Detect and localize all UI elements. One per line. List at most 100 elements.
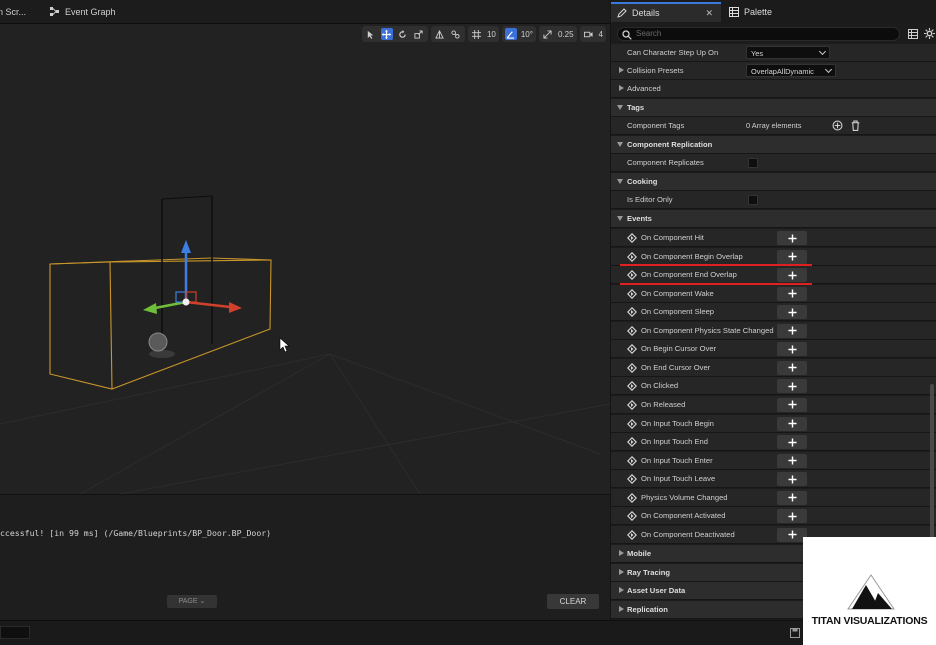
expand-arrow-icon[interactable]	[619, 568, 624, 575]
collapse-arrow-icon[interactable]	[617, 179, 623, 184]
add-event-button[interactable]	[777, 268, 807, 283]
rotation-snap-group[interactable]: 10°	[501, 26, 536, 42]
scale-snap-value[interactable]: 0.25	[558, 30, 574, 39]
plus-icon	[787, 475, 797, 484]
tab-label: n Scr...	[0, 7, 27, 17]
add-event-button[interactable]	[777, 305, 807, 320]
translate-mode-icon[interactable]	[380, 28, 393, 40]
save-icon[interactable]	[790, 628, 800, 638]
search-input[interactable]: Search	[617, 27, 900, 41]
category-component-replication[interactable]: Component Replication	[611, 136, 936, 154]
add-event-button[interactable]	[777, 360, 807, 375]
tab-event-graph[interactable]: Event Graph	[50, 0, 116, 24]
event-label: On End Cursor Over	[641, 362, 711, 372]
expand-arrow-icon[interactable]	[619, 606, 624, 613]
event-diamond-icon	[627, 492, 637, 503]
camera-speed-icon[interactable]	[583, 28, 595, 40]
rotation-snap-value[interactable]: 10°	[521, 30, 533, 39]
scale-mode-icon[interactable]	[413, 28, 425, 40]
surface-snap-icon[interactable]	[450, 28, 462, 40]
collision-presets-combo[interactable]: OverlapAllDynamic	[746, 64, 836, 77]
plus-icon	[787, 289, 797, 298]
add-event-button[interactable]	[777, 379, 807, 394]
grid-snap-icon[interactable]	[471, 28, 483, 40]
add-event-button[interactable]	[777, 231, 807, 245]
add-element-icon[interactable]	[832, 120, 843, 131]
collapse-arrow-icon[interactable]	[617, 105, 623, 110]
event-label: On Input Touch Enter	[641, 455, 713, 465]
prop-label: Is Editor Only	[627, 195, 673, 204]
event-diamond-icon	[627, 307, 637, 318]
add-event-button[interactable]	[777, 416, 807, 431]
tab-label: Details	[632, 8, 660, 18]
category-label: Mobile	[627, 549, 652, 558]
table-view-icon[interactable]	[908, 29, 918, 39]
close-icon[interactable]: ✕	[705, 8, 713, 19]
transform-gizmo[interactable]	[143, 240, 242, 314]
tab-palette[interactable]: Palette	[723, 2, 778, 22]
add-event-button[interactable]	[777, 472, 807, 487]
event-label: On Component Deactivated	[641, 529, 735, 539]
camera-speed-group[interactable]: 4	[579, 26, 606, 42]
viewport-toolbar: 10 10° 0.25 4	[361, 26, 606, 42]
scale-snap-group[interactable]: 0.25	[538, 26, 577, 42]
page-label: PAGE	[178, 598, 198, 605]
add-event-button[interactable]	[777, 323, 807, 338]
prop-label: Collision Presets	[627, 66, 684, 75]
step-up-combo[interactable]: Yes	[746, 46, 830, 59]
event-row: On Component Begin Overlap	[611, 247, 936, 266]
event-label: On Input Touch Leave	[641, 474, 716, 484]
collapse-arrow-icon[interactable]	[617, 142, 623, 147]
add-event-button[interactable]	[777, 509, 807, 524]
chevron-down-icon: ⌄	[199, 598, 206, 605]
category-cooking[interactable]: Cooking	[611, 173, 936, 191]
select-mode-icon[interactable]	[365, 28, 377, 40]
replicates-checkbox[interactable]	[748, 158, 758, 168]
camera-speed-value[interactable]: 4	[599, 30, 603, 39]
event-row: On Component Sleep	[611, 303, 936, 322]
prop-is-editor-only: Is Editor Only	[611, 191, 936, 209]
category-tags[interactable]: Tags	[611, 99, 936, 117]
editor-only-checkbox[interactable]	[748, 195, 758, 205]
add-event-button[interactable]	[777, 435, 807, 450]
console-input[interactable]	[0, 626, 30, 639]
grid-snap-value[interactable]: 10	[487, 30, 496, 39]
event-row: Physics Volume Changed	[611, 488, 936, 507]
plus-icon	[787, 419, 797, 428]
search-placeholder: Search	[636, 29, 662, 38]
event-diamond-icon	[627, 381, 637, 392]
page-dropdown[interactable]: PAGE ⌄	[167, 595, 217, 608]
trash-icon[interactable]	[850, 120, 861, 131]
clear-button[interactable]: CLEAR	[547, 594, 599, 609]
add-event-button[interactable]	[777, 286, 807, 301]
status-bar	[0, 620, 936, 645]
world-space-icon[interactable]	[434, 28, 446, 40]
category-label: Cooking	[627, 177, 658, 186]
tab-construction-script[interactable]: n Scr...	[0, 0, 26, 24]
event-diamond-icon	[627, 270, 637, 281]
expand-arrow-icon[interactable]	[619, 67, 624, 73]
add-event-button[interactable]	[777, 453, 807, 468]
expand-arrow-icon[interactable]	[619, 550, 624, 556]
gear-icon[interactable]	[924, 28, 935, 39]
event-label: On Component Physics State Changed	[641, 325, 774, 335]
grid-snap-group[interactable]: 10	[467, 26, 499, 42]
tab-details[interactable]: Details ✕	[611, 2, 721, 22]
add-event-button[interactable]	[777, 490, 807, 505]
rotation-snap-icon[interactable]	[504, 28, 517, 40]
expand-arrow-icon[interactable]	[619, 587, 624, 594]
viewport-scene	[0, 195, 610, 494]
scale-snap-icon[interactable]	[542, 28, 554, 40]
rotate-mode-icon[interactable]	[397, 28, 409, 40]
category-events[interactable]: Events	[611, 210, 936, 228]
add-event-button[interactable]	[777, 249, 807, 264]
collapse-arrow-icon[interactable]	[617, 216, 623, 221]
add-event-button[interactable]	[777, 342, 807, 357]
level-viewport[interactable]: 10 10° 0.25 4	[0, 24, 610, 494]
prop-advanced[interactable]: Advanced	[611, 80, 936, 98]
expand-arrow-icon[interactable]	[619, 85, 624, 91]
add-event-button[interactable]	[777, 397, 807, 412]
details-scrollbar[interactable]	[930, 384, 934, 544]
event-diamond-icon	[627, 437, 637, 448]
chevron-down-icon	[818, 47, 827, 56]
